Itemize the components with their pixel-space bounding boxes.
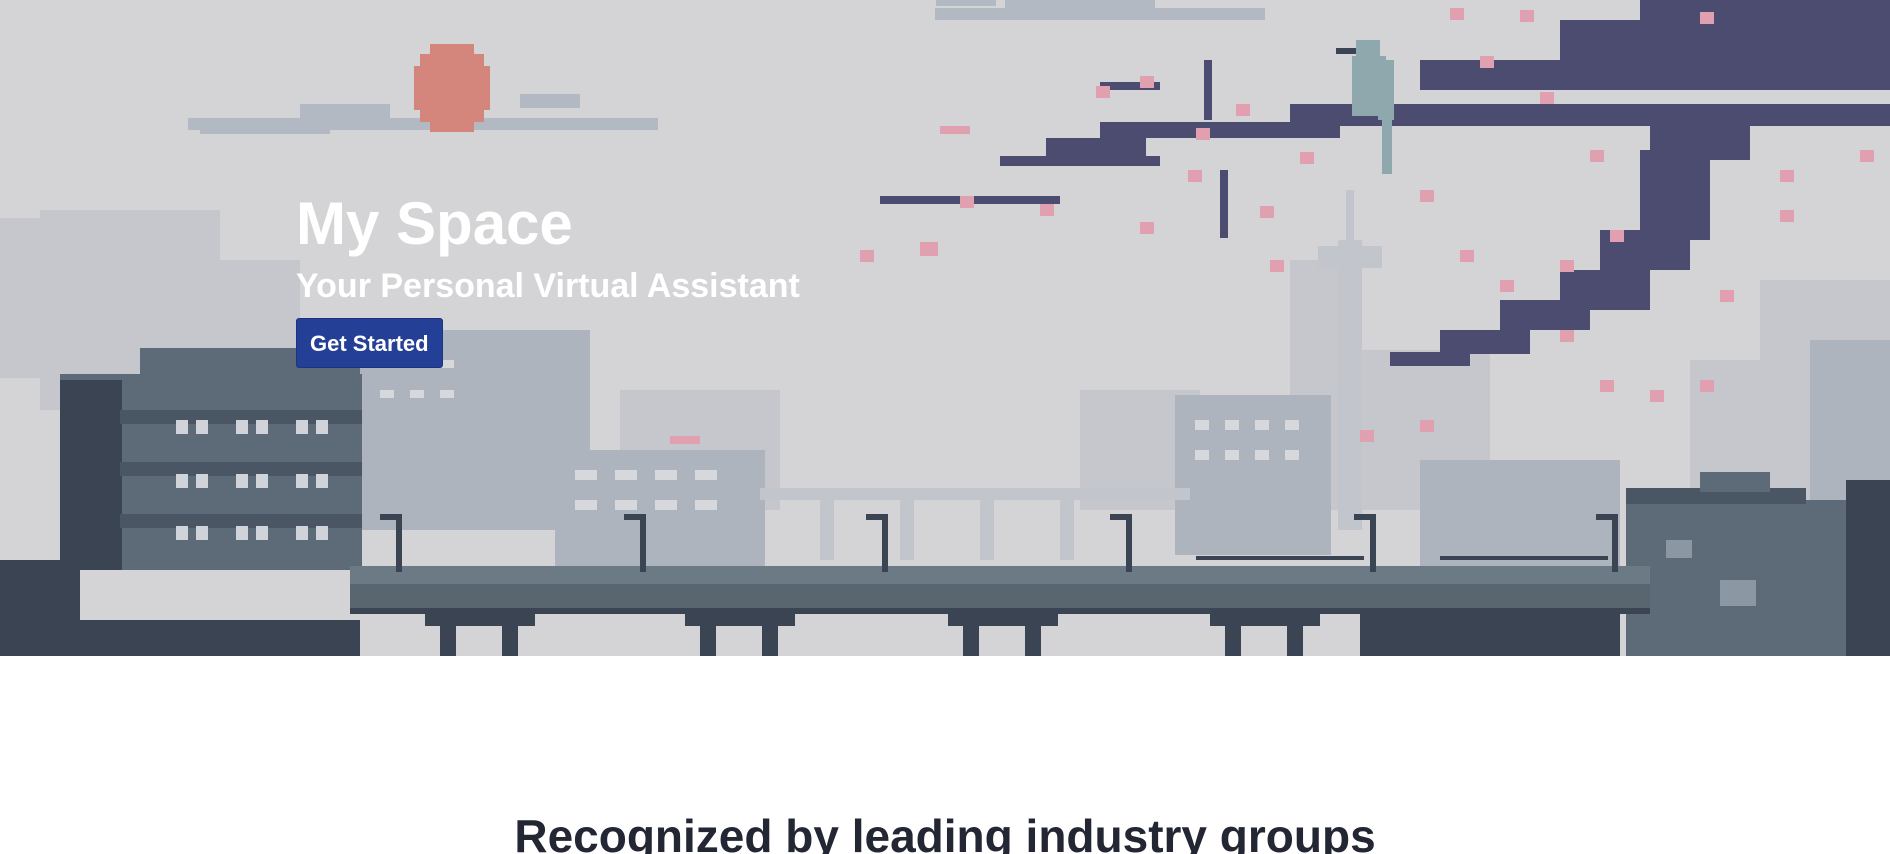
landing-page: My Space Your Personal Virtual Assistant… [0,0,1890,854]
recognition-heading: Recognized by leading industry groups [514,810,1376,854]
hero-content: My Space Your Personal Virtual Assistant… [296,188,936,388]
hero-title: My Space [296,190,573,257]
get-started-button[interactable]: Get Started [296,318,443,368]
recognition-section: Recognized by leading industry groups [0,800,1890,854]
hero-section: My Space Your Personal Virtual Assistant… [0,0,1890,656]
right-shop-building [1626,472,1890,656]
hero-background-illustration [0,0,1890,656]
hero-subtitle: Your Personal Virtual Assistant [296,267,800,305]
sun-icon [414,44,490,132]
